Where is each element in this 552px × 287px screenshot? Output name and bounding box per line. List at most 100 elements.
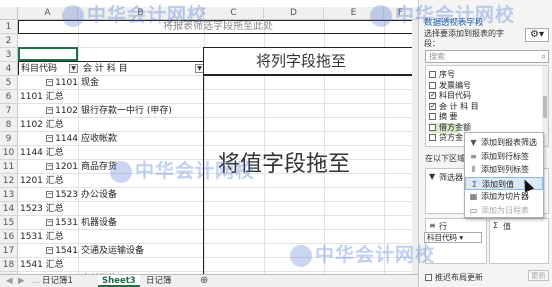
- row-header[interactable]: 7: [0, 104, 18, 118]
- field-item[interactable]: ✓ 科目代码: [429, 91, 471, 101]
- subtotal-label[interactable]: 1101 汇总: [20, 90, 78, 104]
- row-header[interactable]: 17: [0, 244, 18, 258]
- subtotal-label[interactable]: 1523 汇总: [20, 202, 78, 216]
- account-code-cell[interactable]: −1201: [20, 160, 78, 174]
- column-header-f[interactable]: F: [384, 7, 418, 20]
- row-header[interactable]: 9: [0, 132, 18, 146]
- field-item[interactable]: 摘 要: [429, 112, 458, 122]
- account-name-cell[interactable]: 办公设备: [81, 188, 203, 202]
- field-item[interactable]: 借方金额: [429, 122, 471, 133]
- field-checkbox[interactable]: [429, 113, 436, 120]
- row-header[interactable]: 5: [0, 76, 18, 90]
- subtotal-label[interactable]: 1144 汇总: [20, 146, 78, 160]
- account-name-cell[interactable]: 银行存款一中行 (甲存): [81, 104, 203, 118]
- row-header[interactable]: 2: [0, 34, 18, 48]
- collapse-minus-icon[interactable]: −: [46, 107, 54, 114]
- values-area[interactable]: Σ 值: [489, 218, 549, 264]
- value-drop-zone[interactable]: 将值字段拖至: [203, 75, 418, 275]
- tab-sheet-1[interactable]: 日记簿1: [38, 275, 77, 287]
- collapse-minus-icon[interactable]: −: [46, 219, 54, 226]
- column-header-a[interactable]: A: [18, 7, 78, 20]
- field-item[interactable]: 序号: [429, 70, 455, 80]
- worksheet-grid[interactable]: A B C D E F 1234567891011121314151617181…: [0, 0, 418, 287]
- field-item[interactable]: ✓ 会 计 科 目: [429, 102, 479, 112]
- account-code-cell[interactable]: −1102: [20, 104, 78, 118]
- defer-update-checkbox[interactable]: 推迟布局更新: [425, 272, 483, 283]
- column-header-d[interactable]: D: [264, 7, 324, 20]
- code-filter-dropdown-icon[interactable]: ▼: [69, 64, 78, 73]
- account-name-cell[interactable]: 商品存货: [81, 160, 203, 174]
- account-code-cell[interactable]: −1531: [20, 216, 78, 230]
- panel-title: 数据透视表字段: [424, 18, 484, 28]
- account-code-cell[interactable]: −1523: [20, 188, 78, 202]
- field-checkbox[interactable]: [429, 123, 436, 131]
- field-checkbox[interactable]: ✓: [429, 92, 436, 99]
- account-name-cell[interactable]: 现金: [81, 76, 203, 90]
- field-checkbox[interactable]: [429, 71, 436, 78]
- context-menu-item[interactable]: ≡ 添加到行标签: [465, 150, 543, 163]
- row-header[interactable]: 8: [0, 118, 18, 132]
- select-all-corner[interactable]: [0, 7, 18, 20]
- field-checkbox[interactable]: [429, 81, 436, 89]
- row-header[interactable]: 13: [0, 188, 18, 202]
- row-header[interactable]: 4: [0, 62, 18, 76]
- tab-scroll-right-icon[interactable]: ▶: [14, 275, 29, 287]
- sigma-icon: Σ: [471, 179, 478, 189]
- tab-sheet-journal[interactable]: 日记簿: [142, 275, 176, 287]
- context-menu-item[interactable]: ▦ 添加为切片器: [465, 190, 543, 203]
- update-button[interactable]: 更新: [528, 270, 549, 281]
- account-name-cell[interactable]: 交通及运输设备: [81, 244, 203, 258]
- row-header[interactable]: 1: [0, 20, 18, 34]
- column-header-c[interactable]: C: [204, 7, 264, 20]
- row-header[interactable]: 6: [0, 90, 18, 104]
- field-item[interactable]: 贷方金: [429, 133, 463, 143]
- rows-icon: ≡: [429, 221, 436, 230]
- account-code-cell[interactable]: −1541: [20, 244, 78, 258]
- report-filter-drop-zone[interactable]: 将报表筛选字段拖至此处: [18, 20, 418, 34]
- filter-icon: ▼: [429, 172, 436, 181]
- scroll-thumb[interactable]: [543, 96, 547, 118]
- account-name-cell[interactable]: 机器设备: [81, 216, 203, 230]
- column-header-e[interactable]: E: [324, 7, 384, 20]
- context-menu-item[interactable]: ⦀ 添加到列标签: [465, 163, 543, 176]
- tab-sheet-3[interactable]: Sheet3: [98, 275, 140, 287]
- rows-icon: ≡: [470, 151, 477, 161]
- row-field-chip[interactable]: 科目代码 ▾: [424, 232, 482, 243]
- collapse-minus-icon[interactable]: −: [46, 191, 54, 198]
- search-input[interactable]: 搜索 ⌕: [425, 50, 549, 63]
- collapse-minus-icon[interactable]: −: [46, 79, 54, 86]
- subtotal-label[interactable]: 1541 汇总: [20, 258, 78, 272]
- row-header[interactable]: 14: [0, 202, 18, 216]
- row-header[interactable]: 10: [0, 146, 18, 160]
- active-cell-a3[interactable]: [18, 47, 78, 61]
- context-menu-item[interactable]: ▼ 添加到报表筛选: [465, 136, 543, 149]
- row-header[interactable]: 11: [0, 160, 18, 174]
- row-header[interactable]: 15: [0, 216, 18, 230]
- row-header[interactable]: 16: [0, 230, 18, 244]
- account-name-cell[interactable]: 应收帐款: [81, 132, 203, 146]
- add-sheet-icon[interactable]: ⊕: [196, 275, 212, 287]
- subtotal-label[interactable]: 1201 汇总: [20, 174, 78, 188]
- cell-text: 1201: [55, 162, 78, 172]
- subtotal-label[interactable]: 1531 汇总: [20, 230, 78, 244]
- column-header-b[interactable]: B: [78, 7, 204, 20]
- defer-update-label: 推迟布局更新: [435, 273, 483, 282]
- field-item[interactable]: 发票编号: [429, 81, 471, 91]
- account-code-cell[interactable]: −1101: [20, 76, 78, 90]
- collapse-minus-icon[interactable]: −: [46, 163, 54, 170]
- field-checkbox[interactable]: [429, 134, 436, 141]
- account-code-cell[interactable]: −1144: [20, 132, 78, 146]
- defer-checkbox-box[interactable]: [425, 274, 432, 281]
- collapse-minus-icon[interactable]: −: [46, 247, 54, 254]
- gear-icon[interactable]: ⚙▾: [525, 28, 549, 42]
- row-header[interactable]: 12: [0, 174, 18, 188]
- column-drop-zone[interactable]: 将列字段拖至: [203, 47, 418, 75]
- value-drop-label: 将值字段拖至: [218, 152, 351, 177]
- collapse-minus-icon[interactable]: −: [46, 135, 54, 142]
- subtotal-label[interactable]: 1102 汇总: [20, 118, 78, 132]
- values-area-label: 值: [503, 222, 511, 231]
- field-checkbox[interactable]: ✓: [429, 102, 436, 110]
- row-header[interactable]: 18: [0, 258, 18, 272]
- row-header[interactable]: 3: [0, 48, 18, 62]
- menu-item-label: 添加到值: [482, 179, 514, 189]
